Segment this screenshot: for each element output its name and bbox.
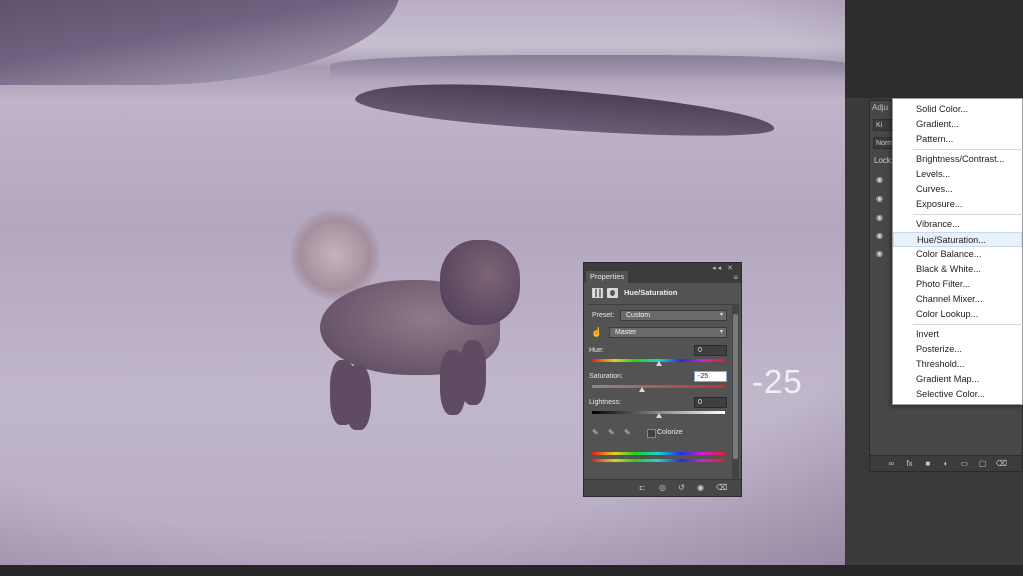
menu-item-black-white[interactable]: Black & White... [893,262,1022,277]
preset-label: Preset: [592,312,615,319]
chevron-down-icon: ▾ [719,312,723,318]
colorize-label: Colorize [657,429,683,436]
divider [588,304,732,305]
menu-separator [913,324,1023,325]
eye-icon[interactable]: ◉ [876,175,886,185]
dog-leg [460,340,486,405]
folder-icon[interactable]: ▭ [959,459,969,468]
menu-item-levels[interactable]: Levels... [893,167,1022,182]
hue-slider-thumb[interactable] [655,361,662,366]
menu-item-vibrance[interactable]: Vibrance... [893,217,1022,232]
saturation-slider-thumb[interactable] [638,387,645,392]
mask-icon[interactable]: ■ [923,459,933,468]
blend-mode-select[interactable]: Norm [873,137,893,149]
adjustment-title: Hue/Saturation [624,288,678,297]
menu-item-selective-color[interactable]: Selective Color... [893,387,1022,402]
range-select[interactable]: Master ▾ [609,327,727,338]
menu-item-invert[interactable]: Invert [893,327,1022,342]
dog-head [440,240,520,325]
photo-horizon [330,55,845,80]
range-value: Master [615,329,637,336]
menu-item-brightness-contrast[interactable]: Brightness/Contrast... [893,152,1022,167]
lock-label: Lock: [874,156,894,165]
eyedropper-plus-icon[interactable]: ✎ [608,428,615,437]
input-color-bar [592,452,725,455]
preset-value: Custom [626,312,651,319]
preset-select[interactable]: Custom ▾ [620,310,727,321]
eye-icon[interactable]: ◉ [876,231,886,241]
layer-kind-filter[interactable]: Ki [873,119,893,131]
menu-item-solid-color[interactable]: Solid Color... [893,102,1022,117]
menu-item-threshold[interactable]: Threshold... [893,357,1022,372]
saturation-overlay-value: -25 [752,363,803,400]
trash-icon[interactable]: ⌫ [716,483,727,492]
saturation-label: Saturation: [589,373,623,380]
eye-icon[interactable]: ◉ [697,483,704,492]
adjustment-layer-icon[interactable]: ◐ [941,459,951,468]
menu-item-posterize[interactable]: Posterize... [893,342,1022,357]
menu-separator [913,214,1023,215]
reset-icon[interactable]: ↺ [678,483,685,492]
dog-leg [345,365,371,430]
collapse-close-icon[interactable]: ◂◂ ✕ [712,264,735,272]
menu-item-photo-filter[interactable]: Photo Filter... [893,277,1022,292]
eyedropper-icon[interactable]: ✎ [592,428,599,437]
lightness-input[interactable]: 0 [694,397,727,408]
menu-item-gradient[interactable]: Gradient... [893,117,1022,132]
properties-panel: ◂◂ ✕ Properties ≡ Hue/Saturation Preset:… [583,262,742,497]
saturation-slider-track[interactable] [592,385,725,388]
menu-item-channel-mixer[interactable]: Channel Mixer... [893,292,1022,307]
eyedropper-minus-icon[interactable]: ✎ [624,428,631,437]
menu-item-exposure[interactable]: Exposure... [893,197,1022,212]
hue-label: Hue: [589,347,604,354]
menu-separator [913,149,1023,150]
eye-icon[interactable]: ◉ [876,249,886,259]
saturation-input[interactable]: -25 [694,371,727,382]
view-previous-icon[interactable]: ◎ [659,483,666,492]
lightness-label: Lightness: [589,399,621,406]
properties-footer-toolbar: ⊏ ◎ ↺ ◉ ⌫ [584,479,741,496]
photo-driftwood [354,75,776,145]
hand-icon[interactable]: ☝ [591,327,602,338]
right-panel-top [845,0,1023,98]
status-bar [0,565,1023,576]
fx-icon[interactable]: fx [905,459,915,468]
lightness-slider-thumb[interactable] [655,413,662,418]
link-icon[interactable]: ∞ [886,459,896,468]
eye-icon[interactable]: ◉ [876,194,886,204]
menu-item-curves[interactable]: Curves... [893,182,1022,197]
menu-item-gradient-map[interactable]: Gradient Map... [893,372,1022,387]
adjustment-title-row: Hue/Saturation [588,286,738,302]
photo-dog [290,210,525,430]
adjustment-layer-icon[interactable] [592,288,603,298]
menu-item-pattern[interactable]: Pattern... [893,132,1022,147]
chevron-down-icon: ▾ [719,329,723,335]
new-layer-icon[interactable]: ▢ [978,459,988,468]
properties-tab[interactable]: Properties [586,271,629,283]
output-color-bar [592,459,725,462]
panel-menu-icon[interactable]: ≡ [733,273,738,282]
scrollbar-thumb[interactable] [733,314,738,459]
clip-to-layer-icon[interactable]: ⊏ [639,483,646,492]
properties-scrollbar[interactable] [732,304,739,479]
layers-footer-toolbar: ∞ fx ■ ◐ ▭ ▢ ⌫ [870,455,1022,471]
menu-item-color-balance[interactable]: Color Balance... [893,247,1022,262]
trash-icon[interactable]: ⌫ [996,459,1007,468]
colorize-checkbox[interactable] [647,429,656,438]
eye-icon[interactable]: ◉ [876,213,886,223]
layers-panel-tab[interactable]: Adju [872,103,888,112]
mask-icon[interactable] [607,288,618,298]
menu-item-hue-saturation[interactable]: Hue/Saturation... [893,232,1022,247]
menu-item-color-lookup[interactable]: Color Lookup... [893,307,1022,322]
adjustment-layer-menu: Solid Color... Gradient... Pattern... Br… [892,98,1023,405]
hue-input[interactable]: 0 [694,345,727,356]
